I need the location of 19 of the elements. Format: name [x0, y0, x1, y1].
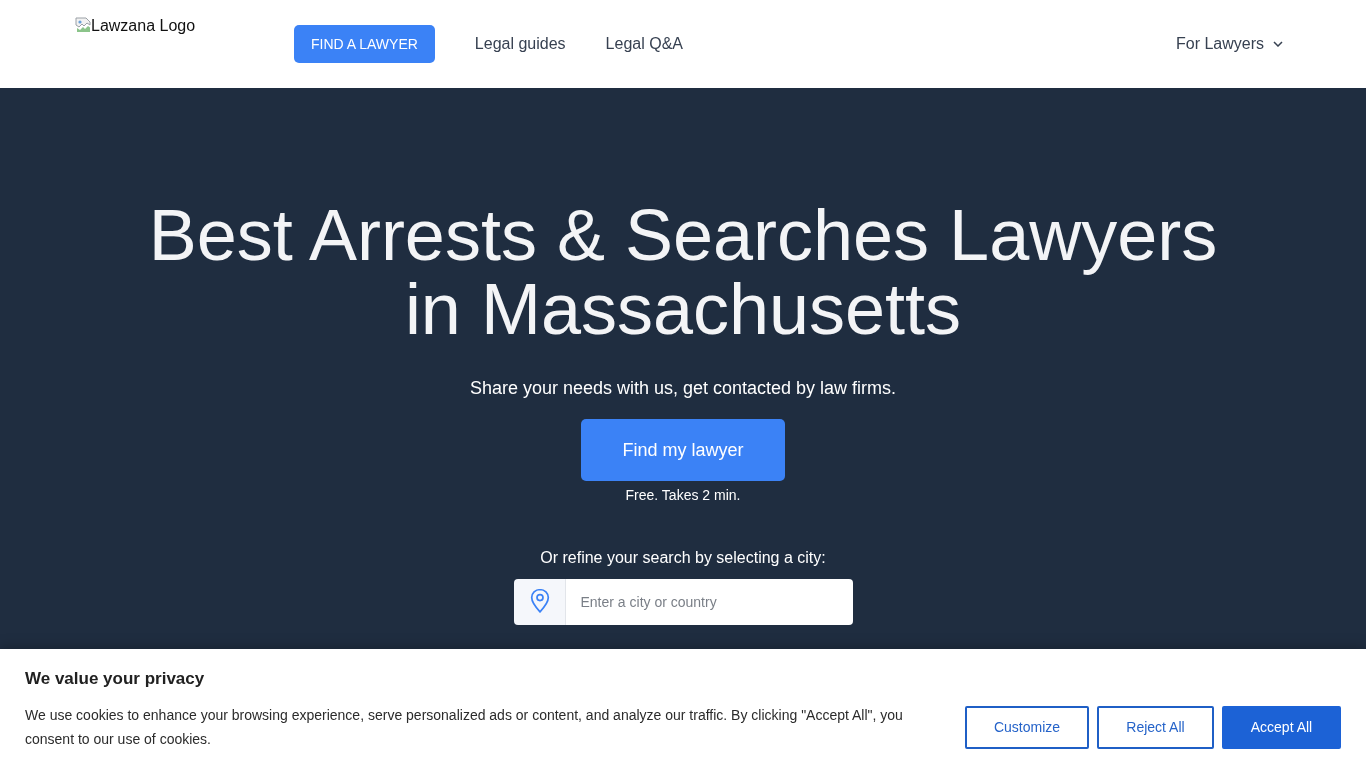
hero-subtitle: Share your needs with us, get contacted by law firms. [469, 377, 897, 399]
for-lawyers-menu[interactable]: For Lawyers [1175, 35, 1283, 53]
find-lawyer-button[interactable]: FIND A LAWYER [294, 25, 435, 63]
cookie-banner-text: We use cookies to enhance your browsing experience, serve personalized ads or content, and analyze our traffic. By clicking "Accept All", you consent to our use of cookies. [25, 706, 904, 749]
cookie-banner-title: We value your privacy [25, 668, 205, 690]
cta-note: Free. Takes 2 min. [625, 487, 741, 503]
broken-image-icon [75, 17, 91, 33]
cookie-option-button[interactable]: Customize [965, 705, 1089, 749]
cookie-option-button[interactable]: Reject All [1097, 705, 1214, 749]
page-title: Best Arrests & Searches Lawyers in Massachusetts [147, 198, 1219, 346]
caret-icon [1273, 41, 1283, 47]
accept-button[interactable]: Accept All [1222, 705, 1341, 749]
location-pin-icon [513, 579, 566, 625]
city-search-field[interactable]: Enter a city or country [565, 579, 853, 625]
nav-link[interactable]: Legal guides [474, 35, 566, 53]
refine-label: Or refine your search by selecting a city: [540, 548, 826, 568]
find-my-lawyer-button[interactable]: Find my lawyer [581, 419, 785, 481]
nav-link[interactable]: Legal Q&A [605, 35, 683, 53]
logo-link[interactable]: Lawzana Logo [75, 17, 196, 35]
